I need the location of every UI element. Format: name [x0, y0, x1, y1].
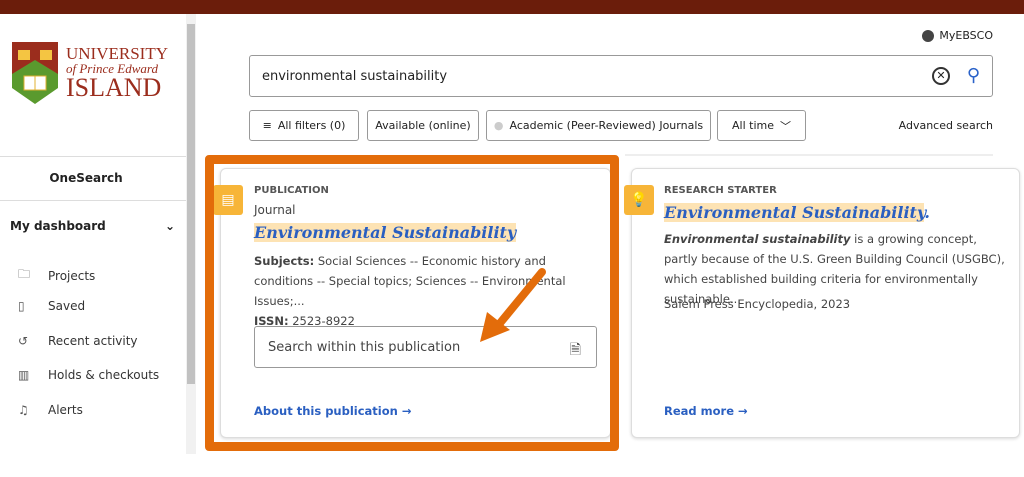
- title-suffix: .: [924, 203, 930, 222]
- research-starter-title-link[interactable]: Environmental Sustainability: [664, 203, 925, 222]
- link-label: Read more: [664, 404, 735, 418]
- source: Salem Press Encyclopedia, 2023: [664, 297, 851, 311]
- lightbulb-icon: 💡: [624, 185, 654, 215]
- abstract-lead: Environmental sustainability: [664, 232, 851, 246]
- arrow-right-icon: →: [738, 404, 748, 418]
- research-starter-card: 💡 RESEARCH STARTER Environmental Sustain…: [624, 168, 1020, 438]
- result-type: RESEARCH STARTER: [664, 185, 777, 196]
- read-more-link[interactable]: Read more →: [664, 404, 748, 418]
